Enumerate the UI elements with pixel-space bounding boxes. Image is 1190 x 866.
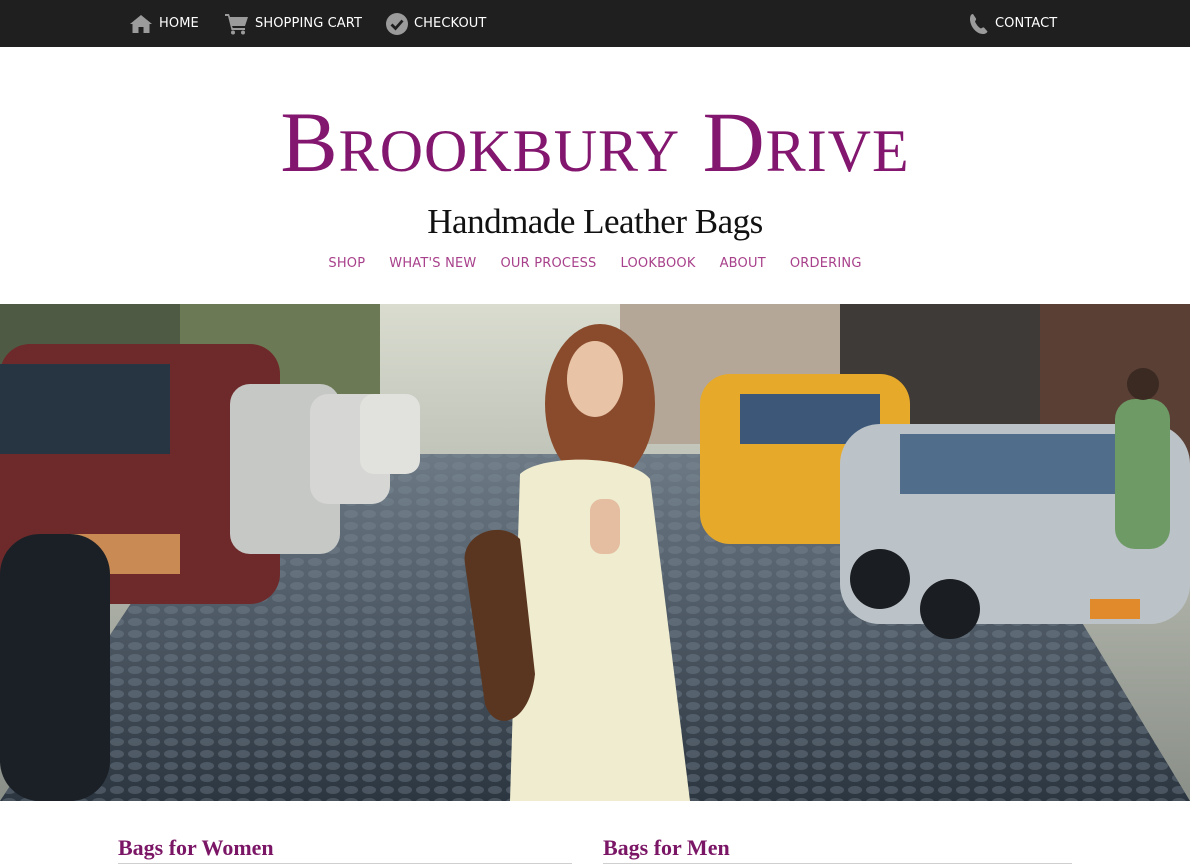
- main-nav-item-lookbook[interactable]: LOOKBOOK: [621, 256, 696, 271]
- section-title-bags-for-men[interactable]: Bags for Men: [603, 834, 1072, 864]
- site-tagline: Handmade Leather Bags: [427, 202, 763, 241]
- main-nav-item-whats-new[interactable]: WHAT'S NEW: [389, 256, 476, 271]
- site-title[interactable]: Brookbury Drive: [0, 92, 1190, 192]
- main-nav-item-about[interactable]: ABOUT: [720, 256, 766, 271]
- nav-home-link[interactable]: HOME: [129, 0, 199, 47]
- main-nav-item-ordering[interactable]: ORDERING: [790, 256, 862, 271]
- hero-image: [0, 304, 1190, 801]
- nav-checkout-link[interactable]: CHECKOUT: [386, 0, 486, 47]
- phone-icon: [969, 13, 989, 35]
- top-bar: HOME SHOPPING CART CHECKOUT CONTACT: [0, 0, 1190, 47]
- nav-home-label: HOME: [159, 16, 199, 31]
- nav-contact-label: CONTACT: [995, 16, 1058, 31]
- main-nav: SHOP WHAT'S NEW OUR PROCESS LOOKBOOK ABO…: [0, 256, 1190, 271]
- main-nav-item-shop[interactable]: SHOP: [328, 256, 365, 271]
- cart-icon: [225, 13, 249, 35]
- nav-contact-link[interactable]: CONTACT: [969, 0, 1057, 47]
- nav-shopping-cart-link[interactable]: SHOPPING CART: [225, 0, 362, 47]
- nav-shopping-cart-label: SHOPPING CART: [255, 16, 363, 31]
- home-icon: [129, 14, 153, 34]
- main-nav-item-our-process[interactable]: OUR PROCESS: [501, 256, 597, 271]
- nav-checkout-label: CHECKOUT: [414, 16, 487, 31]
- checkmark-circle-icon: [386, 12, 408, 35]
- section-title-bags-for-women[interactable]: Bags for Women: [118, 834, 572, 864]
